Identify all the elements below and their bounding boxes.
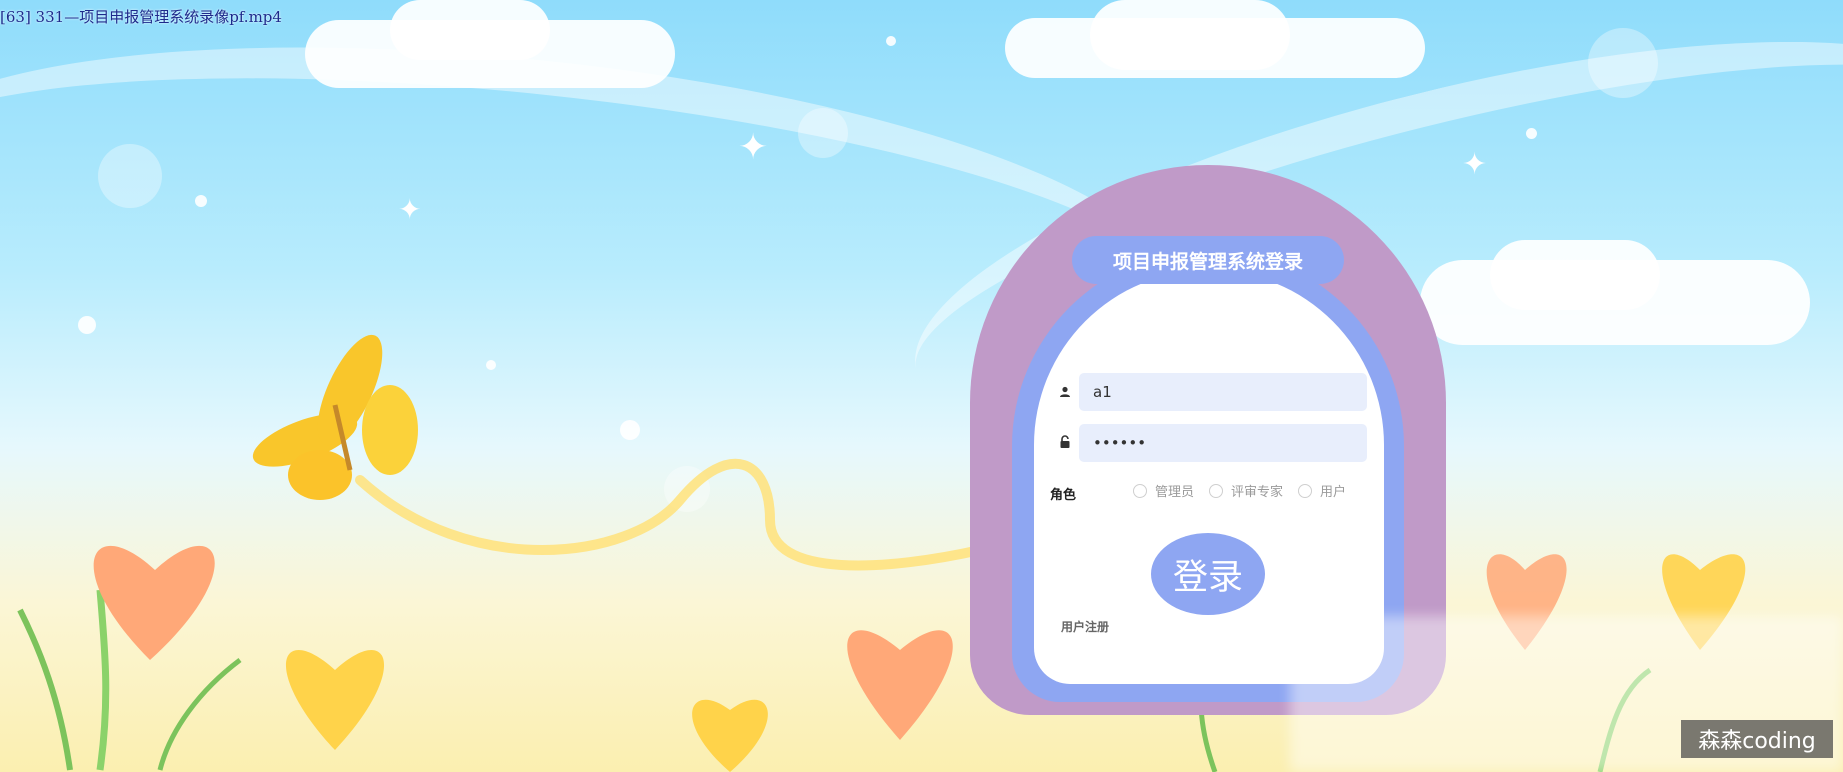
video-file-title: [63] 331—项目申报管理系统录像pf.mp4 — [0, 8, 282, 26]
sparkle: ✦ — [738, 127, 769, 168]
username-input[interactable] — [1079, 373, 1367, 411]
role-option-expert[interactable]: 评审专家 — [1209, 481, 1283, 500]
login-button[interactable]: 登录 — [1151, 533, 1265, 615]
role-option-label: 评审专家 — [1231, 485, 1284, 500]
bubble — [98, 144, 162, 208]
password-input[interactable] — [1079, 424, 1367, 462]
login-title: 项目申报管理系统登录 — [1072, 236, 1344, 284]
register-link[interactable]: 用户注册 — [1061, 618, 1109, 635]
bubble — [1588, 28, 1658, 98]
role-option-label: 用户 — [1320, 485, 1347, 500]
role-option-admin[interactable]: 管理员 — [1133, 481, 1194, 500]
radio-circle[interactable] — [1133, 483, 1147, 498]
role-option-label: 管理员 — [1155, 485, 1195, 500]
lock-icon — [1060, 435, 1070, 448]
cloud — [1090, 0, 1290, 70]
dot — [195, 195, 207, 207]
user-icon — [1060, 386, 1070, 397]
radio-circle[interactable] — [1209, 483, 1223, 498]
cloud — [1490, 240, 1660, 310]
role-label: 角色 — [1050, 488, 1077, 503]
watermark: 森森coding — [1681, 720, 1833, 758]
role-option-user[interactable]: 用户 — [1298, 481, 1346, 500]
dot — [886, 36, 896, 46]
dot — [78, 316, 96, 334]
bubble — [798, 108, 848, 158]
cloud — [390, 0, 550, 60]
dot — [1526, 128, 1537, 139]
sparkle: ✦ — [1462, 147, 1488, 182]
sparkle: ✦ — [398, 193, 422, 226]
radio-circle[interactable] — [1298, 483, 1312, 498]
